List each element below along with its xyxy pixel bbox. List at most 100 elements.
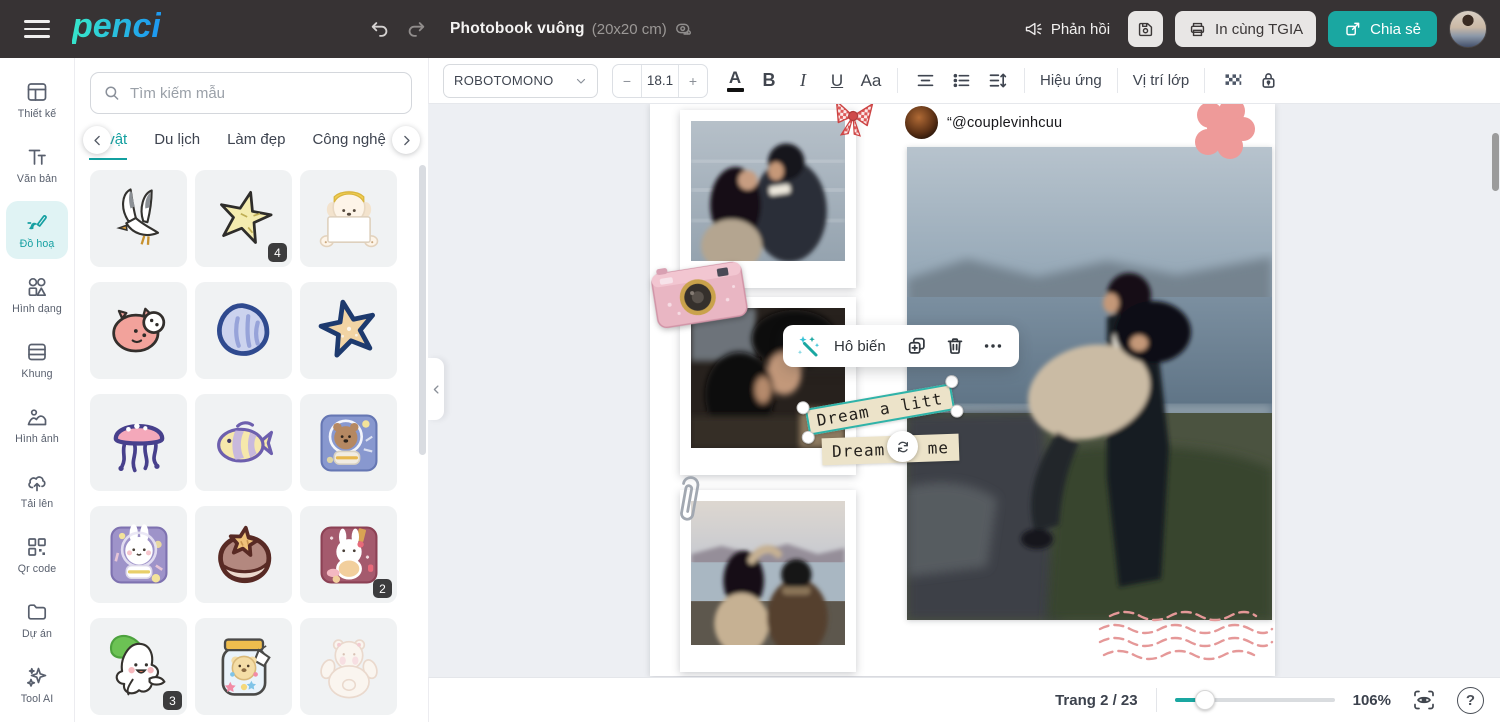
search-box[interactable]	[90, 72, 412, 114]
lock-button[interactable]	[1252, 65, 1284, 97]
sticker-grid: 4 2 3	[90, 170, 400, 715]
sidebar-item-design[interactable]: Thiết kế	[6, 71, 68, 129]
credit-line[interactable]: “@couplevinhcuu	[905, 106, 1062, 139]
gingham-bow-sticker[interactable]	[829, 104, 877, 140]
font-size-value[interactable]: 18.1	[641, 65, 679, 97]
panel-scrollbar[interactable]	[419, 165, 426, 455]
tabs-scroll-right-button[interactable]	[392, 126, 420, 154]
sticker-starfish-navy[interactable]	[300, 282, 397, 379]
font-size-increase-button[interactable]: +	[679, 65, 707, 97]
share-button[interactable]: Chia sẻ	[1328, 11, 1437, 47]
panel-collapse-button[interactable]	[428, 358, 444, 420]
delete-button[interactable]	[942, 333, 968, 359]
share-icon	[1344, 20, 1362, 38]
duplicate-icon	[906, 335, 928, 357]
undo-button[interactable]	[368, 18, 392, 42]
redo-button[interactable]	[404, 18, 428, 42]
duplicate-button[interactable]	[904, 333, 930, 359]
lock-icon	[1258, 70, 1279, 91]
sidebar-item-frame[interactable]: Khung	[6, 331, 68, 389]
font-family-select[interactable]: ROBOTOMONO	[443, 64, 598, 98]
document-title-group: Photobook vuông (20x20 cm)	[450, 0, 696, 58]
sticker-bunny-card[interactable]: 2	[300, 506, 397, 603]
photo-couple-beach-large[interactable]	[907, 147, 1272, 620]
sticker-starfish-yellow[interactable]: 4	[195, 170, 292, 267]
sticker-choco-shell[interactable]	[195, 506, 292, 603]
tab-category-1[interactable]: Du lịch	[154, 120, 200, 160]
font-family-value: ROBOTOMONO	[454, 73, 554, 88]
canvas-area[interactable]: “@couplevinhcuu Dream a litt Dream of me	[428, 104, 1500, 677]
pink-flower-sticker[interactable]	[1190, 104, 1256, 160]
bear-astronaut-icon	[311, 405, 387, 481]
canvas-page[interactable]: “@couplevinhcuu Dream a litt Dream of me	[650, 104, 1275, 676]
text-color-button[interactable]: A	[720, 65, 750, 97]
sticker-leaf-ghost[interactable]: 3	[90, 618, 187, 715]
resize-icon[interactable]	[674, 18, 696, 40]
underline-button[interactable]: U	[822, 65, 852, 97]
sticker-seashell[interactable]	[195, 282, 292, 379]
sticker-jellyfish[interactable]	[90, 394, 187, 491]
sticker-seagull[interactable]	[90, 170, 187, 267]
magic-wand-icon	[796, 333, 822, 359]
sidebar-item-upload[interactable]: Tải lên	[6, 461, 68, 519]
rotate-handle[interactable]	[887, 431, 918, 462]
sticker-fish[interactable]	[195, 394, 292, 491]
search-input[interactable]	[130, 85, 399, 102]
zoom-slider-thumb[interactable]	[1195, 690, 1215, 710]
sticker-bear-jar[interactable]	[195, 618, 292, 715]
effects-button[interactable]: Hiệu ứng	[1034, 65, 1108, 97]
chevron-left-icon	[431, 384, 442, 395]
sidebar-item-project[interactable]: Dự án	[6, 591, 68, 649]
tab-category-3[interactable]: Công nghệ	[312, 120, 385, 160]
line-spacing-button[interactable]	[981, 65, 1013, 97]
magic-button[interactable]: Hô biến	[834, 338, 886, 355]
bullet-list-icon	[951, 70, 972, 91]
text-align-button[interactable]	[909, 65, 941, 97]
help-button[interactable]: ?	[1457, 687, 1484, 714]
sticker-bunny-astronaut[interactable]	[90, 506, 187, 603]
tabs-scroll-left-button[interactable]	[83, 126, 111, 154]
photo-polaroid-3[interactable]	[680, 490, 856, 672]
camera-sticker[interactable]	[647, 251, 750, 333]
italic-button[interactable]: I	[788, 65, 818, 97]
sidebar: Thiết kế Văn bản Đồ hoạ Hình dạng Khung Hình …	[0, 58, 75, 722]
sidebar-item-text[interactable]: Văn bản	[6, 136, 68, 194]
page-indicator[interactable]: Trang 2 / 23	[1055, 692, 1138, 709]
list-button[interactable]	[945, 65, 977, 97]
text-case-button[interactable]: Aa	[856, 65, 886, 97]
sticker-pig[interactable]	[90, 282, 187, 379]
document-title[interactable]: Photobook vuông	[450, 20, 585, 38]
wavy-lines-decoration[interactable]	[1096, 609, 1276, 667]
upload-icon	[25, 470, 49, 494]
sidebar-item-qr[interactable]: Qr code	[6, 526, 68, 584]
font-size-decrease-button[interactable]: −	[613, 65, 641, 97]
window-scrollbar[interactable]	[1492, 133, 1499, 191]
category-tabs-row: ộng vậtDu lịchLàm đẹpCông nghệ	[75, 120, 428, 160]
print-button[interactable]: In cùng TGIA	[1175, 11, 1316, 47]
preview-button[interactable]	[1409, 685, 1439, 715]
menu-icon[interactable]	[24, 20, 50, 38]
more-options-button[interactable]	[980, 333, 1006, 359]
sidebar-item-image[interactable]: Hình ảnh	[6, 396, 68, 454]
app-logo[interactable]: penci	[72, 7, 161, 46]
trash-icon	[944, 335, 966, 357]
zoom-slider[interactable]	[1175, 691, 1335, 709]
tab-category-2[interactable]: Làm đẹp	[227, 120, 285, 160]
megaphone-icon	[1024, 19, 1044, 39]
bold-button[interactable]: B	[754, 65, 784, 97]
feedback-button[interactable]: Phản hồi	[1024, 19, 1110, 39]
sidebar-item-ai[interactable]: Tool AI	[6, 656, 68, 714]
divider	[1156, 688, 1157, 712]
sticker-polar-bear[interactable]	[300, 618, 397, 715]
sticker-count-badge: 3	[163, 691, 182, 710]
element-context-toolbar: Hô biến	[783, 325, 1019, 367]
save-button[interactable]	[1128, 11, 1163, 47]
bear-jar-icon	[206, 629, 282, 705]
sidebar-item-shapes[interactable]: Hình dạng	[6, 266, 68, 324]
sticker-puppy-sign[interactable]	[300, 170, 397, 267]
sidebar-item-graphics[interactable]: Đồ hoạ	[6, 201, 68, 259]
user-avatar[interactable]	[1449, 10, 1487, 48]
sticker-bear-astronaut[interactable]	[300, 394, 397, 491]
layer-position-button[interactable]: Vị trí lớp	[1127, 65, 1196, 97]
transparency-button[interactable]	[1216, 65, 1248, 97]
